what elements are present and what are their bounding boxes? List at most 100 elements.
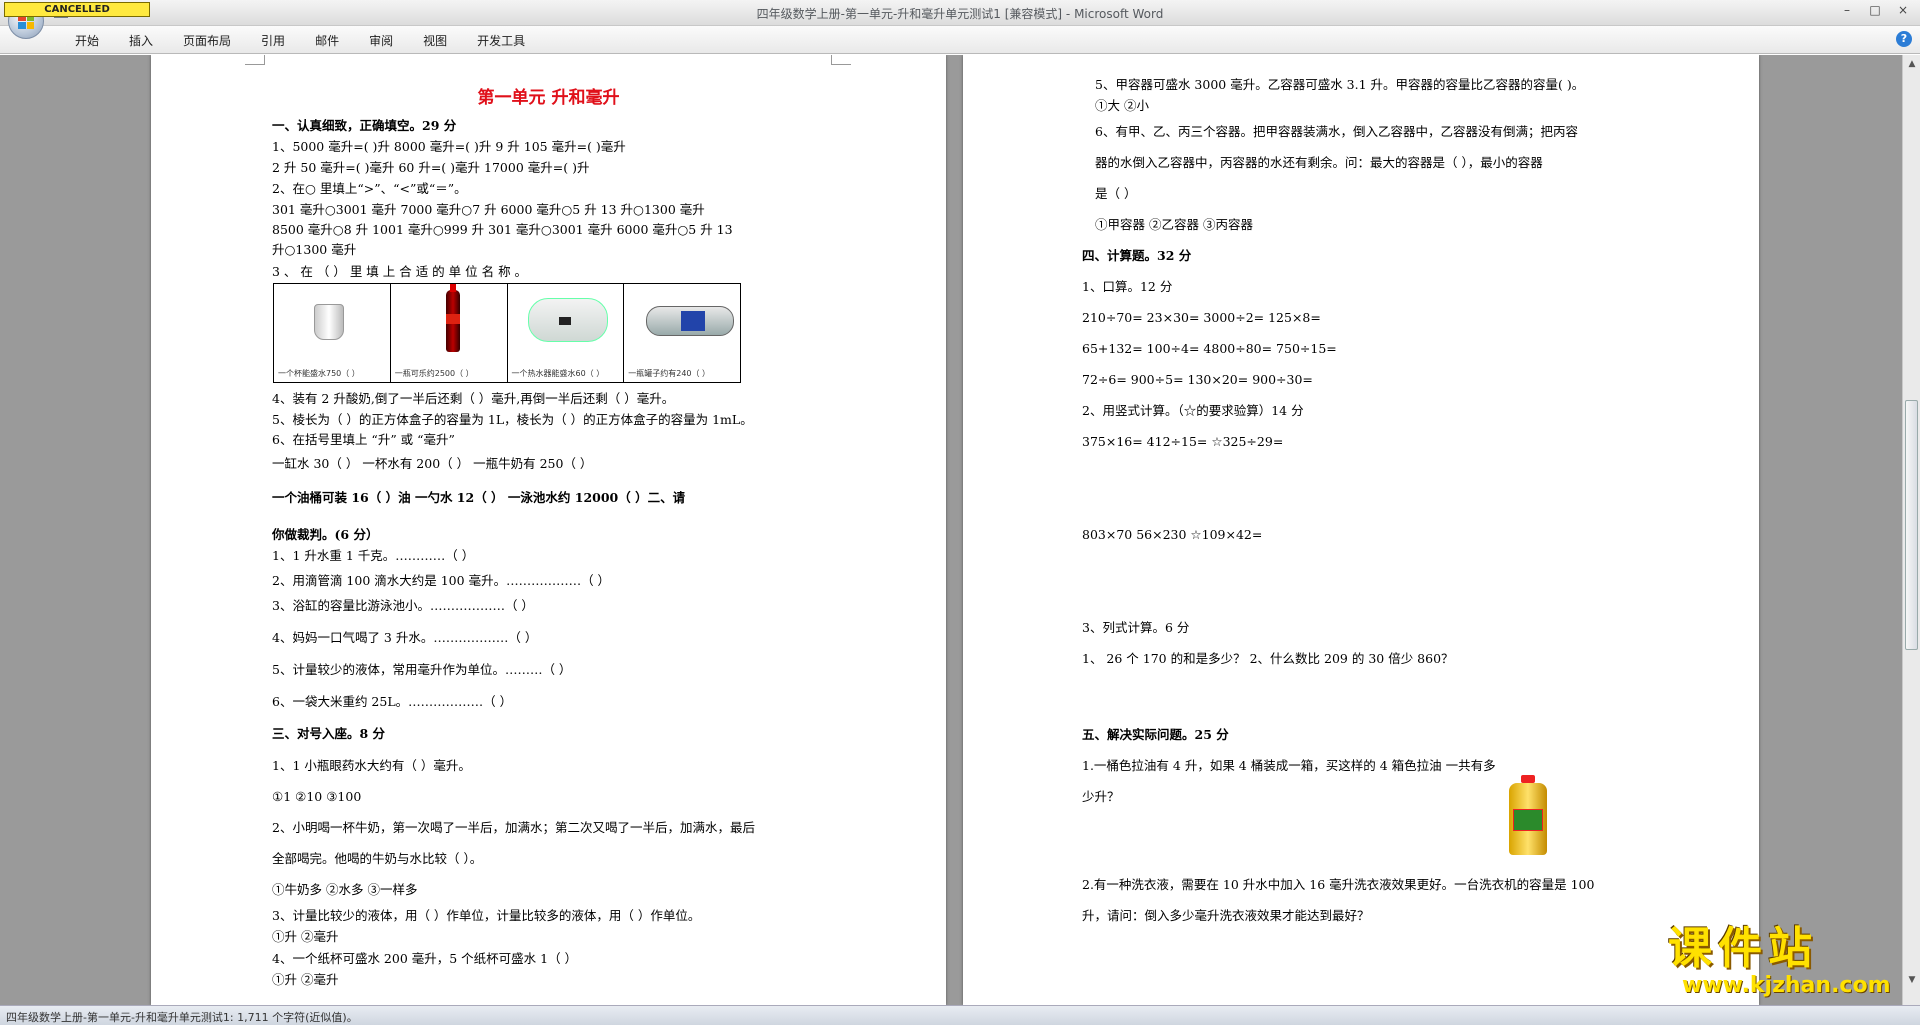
question-line: 301 毫升○3001 毫升 7000 毫升○7 升 6000 毫升○5 升 1… — [272, 202, 705, 217]
table-cell: 一瓶罐子约有240（ ） — [624, 284, 740, 382]
question-line: 4、妈妈一口气喝了 3 升水。………………（ ） — [272, 630, 538, 645]
table-caption: 一个热水器能盛水60（ ） — [511, 369, 605, 378]
question-line: 全部喝完。他喝的牛奶与水比较（ ）。 — [272, 851, 483, 866]
table-caption: 一瓶可乐约2500（ ） — [394, 369, 474, 378]
question-line: 2、用竖式计算。（☆的要求验算）14 分 — [1082, 403, 1304, 418]
question-line: 1.一桶色拉油有 4 升，如果 4 桶装成一箱，买这样的 4 箱色拉油 一共有多 — [1082, 758, 1496, 773]
question-line: 375×16= 412÷15= ☆325÷29= — [1082, 434, 1284, 449]
can-image — [646, 306, 735, 336]
table-caption: 一个杯能盛水750（ ） — [278, 369, 360, 378]
question-line: 2.有一种洗衣液，需要在 10 升水中加入 16 毫升洗衣液效果更好。一台洗衣机… — [1082, 877, 1595, 892]
question-line: 6、有甲、乙、丙三个容器。把甲容器装满水，倒入乙容器中，乙容器没有倒满；把丙容 — [1095, 124, 1578, 139]
question-line: 6、一袋大米重约 25L。………………（ ） — [272, 694, 513, 709]
question-line: 65+132= 100÷4= 4800÷80= 750÷15= — [1082, 341, 1337, 356]
table-caption: 一瓶罐子约有240（ ） — [628, 369, 711, 378]
section-heading: 一、认真细致，正确填空。29 分 — [272, 118, 457, 133]
question-line: ①升 ②毫升 — [272, 929, 339, 944]
question-line: 5、甲容器可盛水 3000 毫升。乙容器可盛水 3.1 升。甲容器的容量比乙容器… — [1095, 77, 1585, 92]
question-line: 少升？ — [1082, 789, 1120, 804]
watermark-url: www.kjzhan.com — [1682, 973, 1891, 998]
question-line: 升，请问：倒入多少毫升洗衣液效果才能达到最好？ — [1082, 908, 1370, 923]
status-bar: 四年级数学上册-第一单元-升和毫升单元测试1: 1,711 个字符(近似值)。 — [0, 1005, 1920, 1025]
question-line: ①大 ②小 — [1095, 98, 1149, 113]
oil-bottle-image — [1505, 775, 1551, 857]
document-title: 第一单元 升和毫升 — [477, 88, 620, 108]
question-line: 6、在括号里填上 “升” 或 “毫升” — [272, 432, 455, 447]
question-line: ①牛奶多 ②水多 ③一样多 — [272, 882, 418, 897]
watermark-cn: 课件站 — [1668, 923, 1818, 974]
table-cell: 一个热水器能盛水60（ ） — [508, 284, 625, 382]
question-line: 1、1 小瓶眼药水大约有（ ）毫升。 — [272, 758, 471, 773]
image-table: 一个杯能盛水750（ ） 一瓶可乐约2500（ ） 一个热水器能盛水60（ ） … — [273, 283, 741, 383]
margin-mark — [245, 55, 265, 65]
scroll-thumb[interactable] — [1905, 400, 1918, 650]
oil-cap — [1521, 775, 1535, 783]
question-line: 1、5000 毫升=( )升 8000 毫升=( )升 9 升 105 毫升=(… — [272, 139, 626, 154]
question-line: 2、在○ 里填上“>”、“<”或“＝”。 — [272, 181, 467, 196]
question-line: 是（ ） — [1095, 186, 1137, 201]
question-line: 8500 毫升○8 升 1001 毫升○999 升 301 毫升○3001 毫升… — [272, 222, 733, 237]
tab-view[interactable]: 视图 — [408, 30, 462, 51]
question-line: 4、装有 2 升酸奶,倒了一半后还剩（ ）毫升,再倒一半后还剩（ ）毫升。 — [272, 391, 675, 406]
question-line: 2 升 50 毫升=( )毫升 60 升=( )毫升 17000 毫升=( )升 — [272, 160, 590, 175]
watermark-logo: 课件站 www.kjzhan.com — [1668, 925, 1903, 1003]
minimize-button[interactable]: – — [1838, 2, 1856, 18]
maximize-button[interactable]: □ — [1866, 2, 1884, 18]
window-title: 四年级数学上册-第一单元-升和毫升单元测试1 [兼容模式] - Microsof… — [756, 7, 1164, 21]
table-cell: 一个杯能盛水750（ ） — [274, 284, 391, 382]
title-bar: CANCELLED 四年级数学上册-第一单元-升和毫升单元测试1 [兼容模式] … — [0, 0, 1920, 39]
question-line: 3、列式计算。6 分 — [1082, 620, 1190, 635]
tab-developer[interactable]: 开发工具 — [462, 30, 540, 51]
close-button[interactable]: × — [1894, 2, 1912, 18]
page-left[interactable]: 第一单元 升和毫升 一、认真细致，正确填空。29 分 1、5000 毫升=( )… — [151, 55, 946, 1005]
cancelled-stamp: CANCELLED — [4, 2, 150, 17]
cola-bottle-image — [445, 284, 460, 352]
status-text: 四年级数学上册-第一单元-升和毫升单元测试1: 1,711 个字符(近似值)。 — [6, 1011, 358, 1024]
scroll-up-arrow-icon[interactable]: ▲ — [1906, 59, 1918, 71]
question-line: 803×70 56×230 ☆109×42= — [1082, 527, 1263, 542]
question-line: ①1 ②10 ③100 — [272, 789, 362, 804]
question-line: 1、 26 个 170 的和是多少？ 2、什么数比 209 的 30 倍少 86… — [1082, 651, 1454, 666]
oil-label — [1513, 809, 1543, 831]
section-heading: 四、计算题。32 分 — [1082, 248, 1192, 263]
tab-mailings[interactable]: 邮件 — [300, 30, 354, 51]
help-icon[interactable]: ? — [1896, 31, 1912, 47]
question-line: ①甲容器 ②乙容器 ③丙容器 — [1095, 217, 1253, 232]
question-line: 72÷6= 900÷5= 130×20= 900÷30= — [1082, 372, 1313, 387]
margin-mark — [831, 55, 851, 65]
ribbon-tabs: 开始 插入 页面布局 引用 邮件 审阅 视图 开发工具 — [60, 30, 540, 51]
question-line: 4、一个纸杯可盛水 200 毫升，5 个纸杯可盛水 1（ ） — [272, 951, 578, 966]
question-line: 1、口算。12 分 — [1082, 279, 1173, 294]
question-line: 5、棱长为（ ）的正方体盒子的容量为 1L，棱长为（ ）的正方体盒子的容量为 1… — [272, 412, 753, 427]
tab-home[interactable]: 开始 — [60, 30, 114, 51]
section-heading: 你做裁判。(6 分） — [272, 527, 379, 542]
ribbon: 开始 插入 页面布局 引用 邮件 审阅 视图 开发工具 ? — [0, 26, 1920, 54]
question-line: 一缸水 30（ ） 一杯水有 200（ ） 一瓶牛奶有 250（ ） — [272, 456, 593, 471]
cup-image — [314, 304, 344, 340]
tab-page-layout[interactable]: 页面布局 — [168, 30, 246, 51]
question-line: 一个油桶可装 16（ ）油 一勺水 12（ ） 一泳池水约 12000（ ）二、… — [272, 490, 686, 505]
water-heater-image — [527, 298, 608, 342]
question-line: 升○1300 毫升 — [272, 242, 357, 257]
question-line: 3、浴缸的容量比游泳池小。………………（ ） — [272, 598, 534, 613]
section-heading: 三、对号入座。8 分 — [272, 726, 386, 741]
question-line: 210÷70= 23×30= 3000÷2= 125×8= — [1082, 310, 1321, 325]
question-line: 器的水倒入乙容器中，丙容器的水还有剩余。问：最大的容器是（ ），最小的容器 — [1095, 155, 1543, 170]
tab-review[interactable]: 审阅 — [354, 30, 408, 51]
question-line: 3 、 在 （ ） 里 填 上 合 适 的 单 位 名 称 。 — [272, 264, 528, 279]
question-line: ①升 ②毫升 — [272, 972, 339, 987]
question-line: 2、小明喝一杯牛奶，第一次喝了一半后，加满水；第二次又喝了一半后，加满水，最后 — [272, 820, 755, 835]
question-line: 1、1 升水重 1 千克。…………（ ） — [272, 548, 475, 563]
window-controls: – □ × — [1838, 2, 1912, 18]
question-line: 2、用滴管滴 100 滴水大约是 100 毫升。………………（ ） — [272, 573, 611, 588]
vertical-scrollbar[interactable]: ▲ ▼ — [1902, 55, 1920, 1005]
section-heading: 五、解决实际问题。25 分 — [1082, 727, 1229, 742]
document-workspace: 第一单元 升和毫升 一、认真细致，正确填空。29 分 1、5000 毫升=( )… — [0, 55, 1902, 1005]
table-cell: 一瓶可乐约2500（ ） — [391, 284, 508, 382]
question-line: 3、计量比较少的液体，用（ ）作单位，计量比较多的液体，用（ ）作单位。 — [272, 908, 701, 923]
page-right[interactable]: 5、甲容器可盛水 3000 毫升。乙容器可盛水 3.1 升。甲容器的容量比乙容器… — [963, 55, 1759, 1005]
scroll-down-arrow-icon[interactable]: ▼ — [1906, 975, 1918, 987]
tab-references[interactable]: 引用 — [246, 30, 300, 51]
question-line: 5、计量较少的液体，常用毫升作为单位。………（ ） — [272, 662, 572, 677]
tab-insert[interactable]: 插入 — [114, 30, 168, 51]
